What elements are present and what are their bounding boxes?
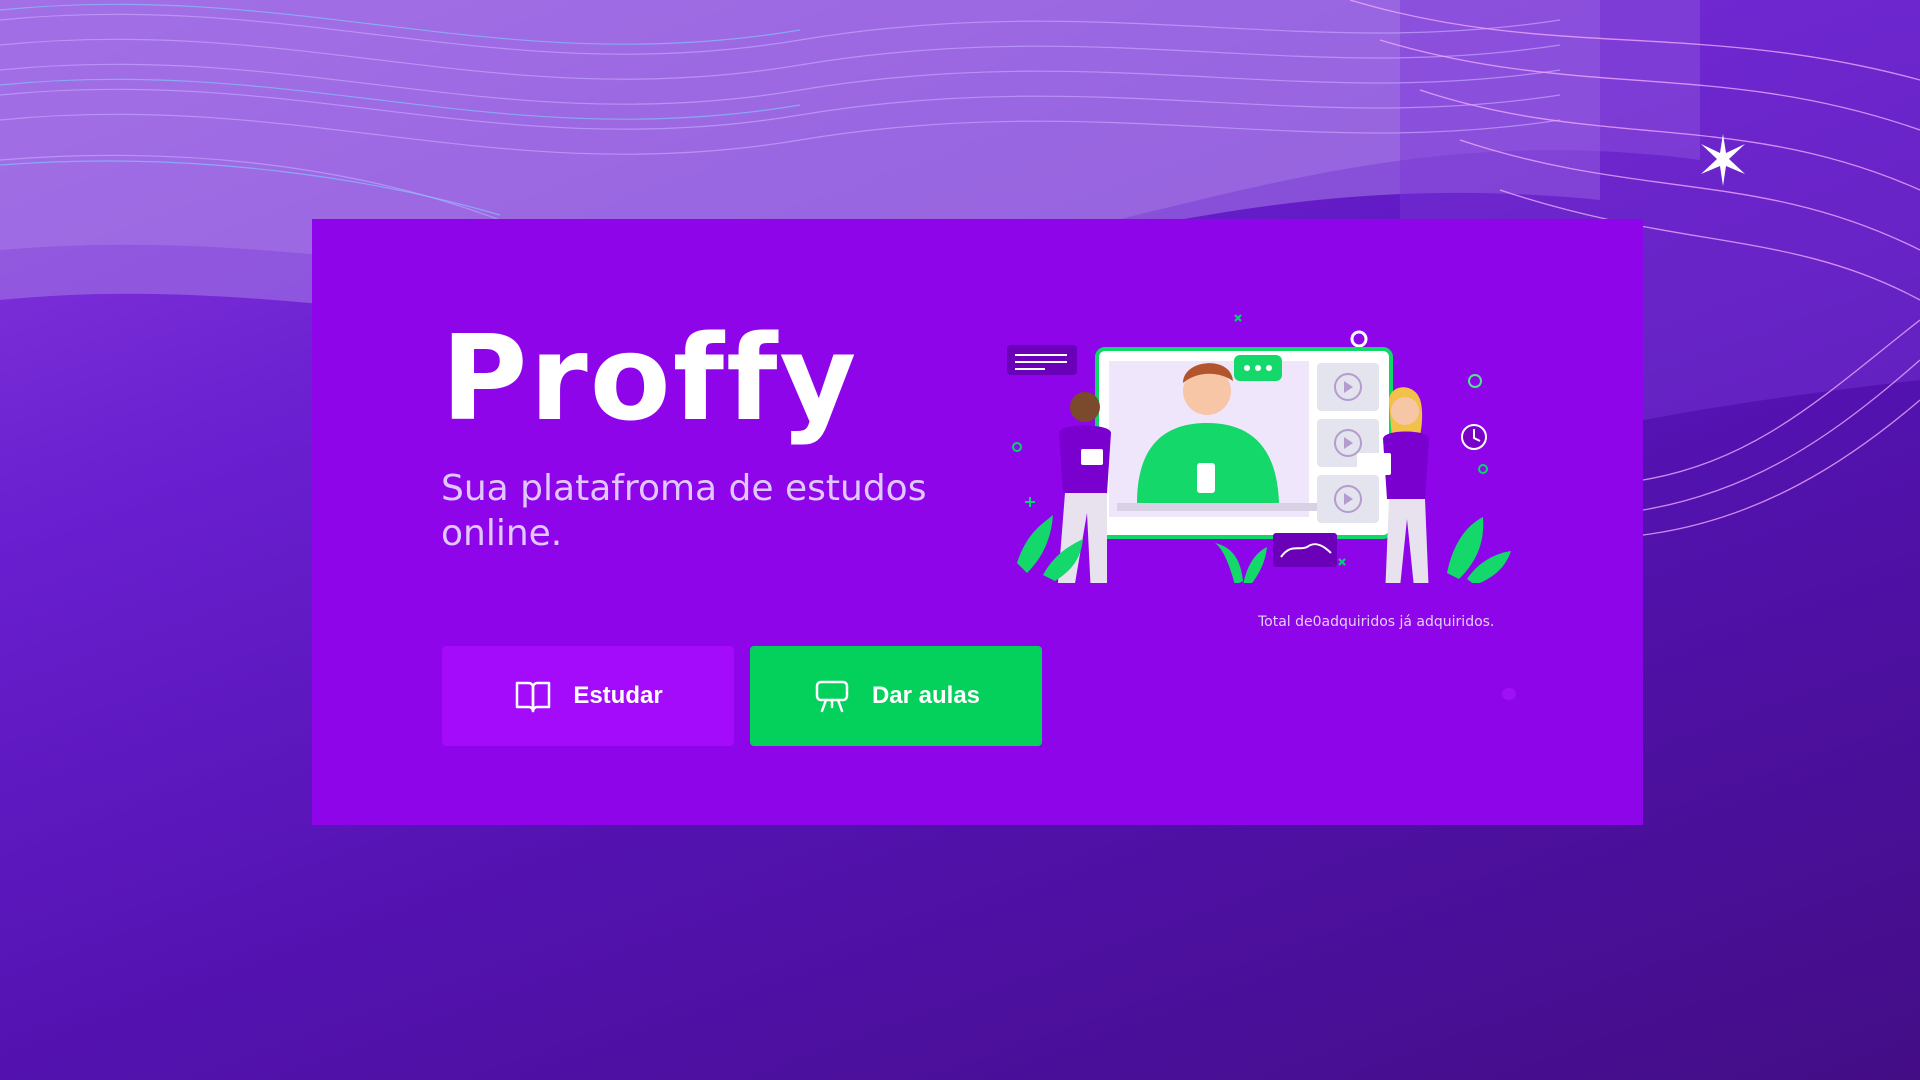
landing-card: Proffy Sua platafroma de estudos online. — [312, 219, 1643, 825]
study-button[interactable]: Estudar — [442, 646, 734, 746]
brand-logo: Proffy — [441, 309, 859, 447]
decorative-dot — [1502, 688, 1516, 700]
presentation-board-icon — [812, 678, 852, 714]
teach-button-label: Dar aulas — [871, 682, 981, 709]
total-purchases-text: Total de0adquiridos já adquiridos. — [1258, 614, 1495, 630]
study-button-label: Estudar — [573, 682, 663, 709]
sparkle-icon — [1701, 134, 1745, 186]
brand-tagline: Sua platafroma de estudos online. — [441, 468, 927, 554]
teach-button[interactable]: Dar aulas — [750, 646, 1042, 746]
hero-illustration — [1007, 314, 1511, 583]
open-book-icon — [513, 678, 553, 714]
